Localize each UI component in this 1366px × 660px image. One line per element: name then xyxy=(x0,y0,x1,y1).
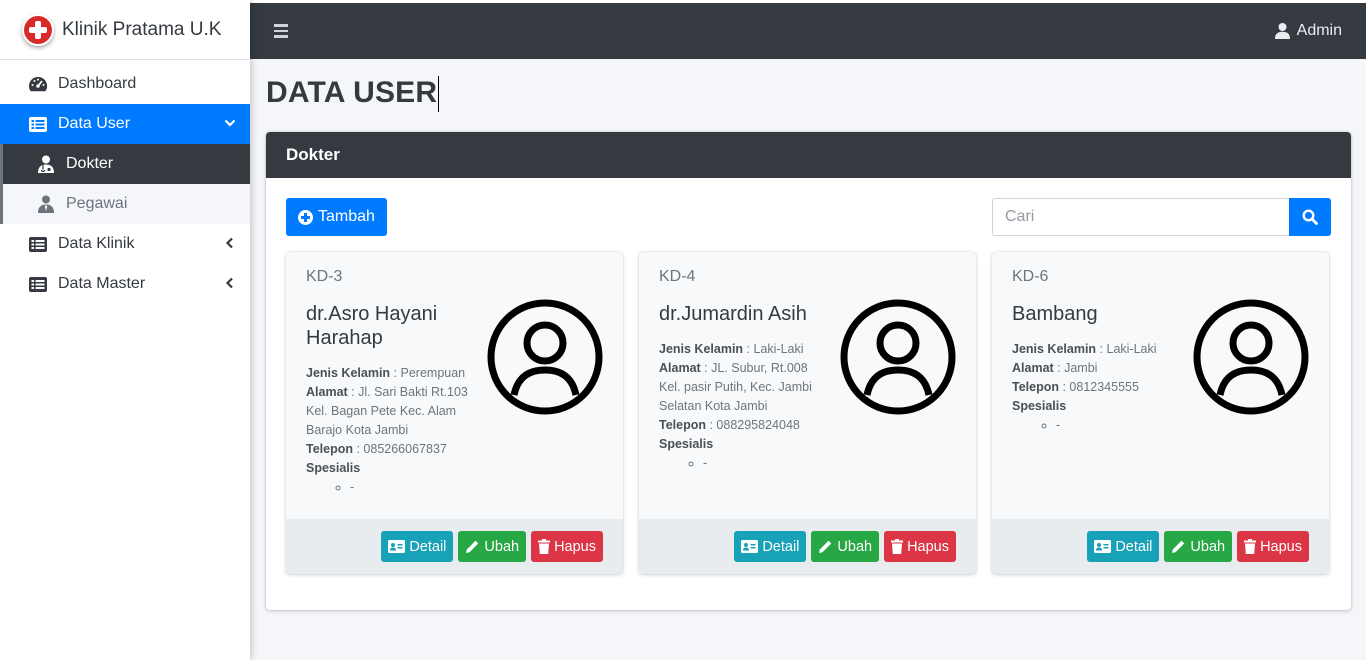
id-card-icon xyxy=(388,540,406,553)
search-group xyxy=(992,198,1331,236)
trash-icon xyxy=(891,539,904,554)
panel-title: Dokter xyxy=(266,132,1351,178)
sidebar-item-dashboard[interactable]: Dashboard xyxy=(0,64,250,104)
doctor-phone: 085266067837 xyxy=(363,442,447,456)
delete-button[interactable]: Hapus xyxy=(884,531,956,562)
id-card-icon xyxy=(741,540,759,553)
doctor-code: KD-6 xyxy=(1012,268,1049,285)
hamburger-menu-icon[interactable] xyxy=(274,24,288,38)
sidebar-item-dokter[interactable]: Dokter xyxy=(0,144,250,184)
trash-icon xyxy=(1244,539,1257,554)
user-tie-icon xyxy=(36,195,56,213)
doctor-panel: Dokter Tambah KD-3 dr.Asro Hayani Haraha… xyxy=(266,132,1351,610)
card-actions: Detail Ubah Hapus xyxy=(639,519,976,574)
pencil-icon xyxy=(818,539,833,554)
id-card-icon xyxy=(1094,540,1112,553)
doctor-card-list: KD-3 dr.Asro Hayani Harahap Jenis Kelami… xyxy=(286,252,1329,574)
edit-button[interactable]: Ubah xyxy=(458,531,527,562)
list-icon xyxy=(28,276,48,292)
sidebar-nav: Dashboard Data User Dokter Pegawai Data … xyxy=(0,60,250,304)
doctor-card: KD-6 Bambang Jenis Kelamin : Laki-Laki A… xyxy=(992,252,1329,574)
sidebar-item-label: Data User xyxy=(58,115,131,132)
doctor-gender: Laki-Laki xyxy=(1106,342,1157,356)
page-title: DATA USER xyxy=(266,76,440,113)
sidebar-item-data-user[interactable]: Data User xyxy=(0,104,250,144)
edit-button[interactable]: Ubah xyxy=(811,531,880,562)
doctor-code: KD-4 xyxy=(659,268,696,285)
text-caret xyxy=(438,76,440,113)
detail-button[interactable]: Detail xyxy=(734,531,807,562)
sidebar-item-label: Pegawai xyxy=(66,195,128,212)
sidebar-item-label: Data Klinik xyxy=(58,235,135,252)
search-icon xyxy=(1302,209,1318,225)
doctor-name: Bambang xyxy=(1012,303,1098,325)
doctor-specialist: - xyxy=(1056,416,1182,435)
detail-button[interactable]: Detail xyxy=(381,531,454,562)
card-actions: Detail Ubah Hapus xyxy=(992,519,1329,574)
search-input[interactable] xyxy=(992,198,1289,236)
doctor-specialist: - xyxy=(350,478,476,497)
user-avatar-icon xyxy=(1193,299,1309,415)
sidebar-item-label: Data Master xyxy=(58,275,146,292)
chevron-down-icon xyxy=(224,116,236,134)
pencil-icon xyxy=(1171,539,1186,554)
doctor-info: Jenis Kelamin : Laki-Laki Alamat : Jambi… xyxy=(1012,340,1182,435)
sidebar-item-label: Dokter xyxy=(66,155,114,172)
doctor-card: KD-3 dr.Asro Hayani Harahap Jenis Kelami… xyxy=(286,252,623,574)
list-icon xyxy=(28,236,48,252)
user-doctor-icon xyxy=(36,155,56,173)
trash-icon xyxy=(538,539,551,554)
doctor-phone: 0812345555 xyxy=(1069,380,1139,394)
chevron-left-icon xyxy=(224,236,236,254)
doctor-address: Jambi xyxy=(1064,361,1098,375)
edit-button[interactable]: Ubah xyxy=(1164,531,1233,562)
username: Admin xyxy=(1296,22,1342,39)
doctor-specialist: - xyxy=(703,454,829,473)
clinic-logo-icon xyxy=(22,13,54,46)
sidebar-item-label: Dashboard xyxy=(58,75,137,92)
sidebar-item-pegawai[interactable]: Pegawai xyxy=(0,184,250,224)
doctor-card: KD-4 dr.Jumardin Asih Jenis Kelamin : La… xyxy=(639,252,976,574)
delete-button[interactable]: Hapus xyxy=(531,531,603,562)
card-actions: Detail Ubah Hapus xyxy=(286,519,623,574)
detail-button[interactable]: Detail xyxy=(1087,531,1160,562)
user-avatar-icon xyxy=(840,299,956,415)
search-button[interactable] xyxy=(1289,198,1331,236)
brand-name: Klinik Pratama U.K xyxy=(62,18,222,40)
user-menu[interactable]: Admin xyxy=(1274,22,1342,40)
add-button[interactable]: Tambah xyxy=(286,198,387,236)
doctor-gender: Laki-Laki xyxy=(753,342,804,356)
doctor-name: dr.Jumardin Asih xyxy=(659,303,807,325)
user-icon xyxy=(1274,23,1290,39)
plus-circle-icon xyxy=(298,209,314,225)
chevron-left-icon xyxy=(224,276,236,294)
doctor-info: Jenis Kelamin : Laki-Laki Alamat : JL. S… xyxy=(659,340,829,473)
user-avatar-icon xyxy=(487,299,603,415)
doctor-code: KD-3 xyxy=(306,268,343,285)
doctor-gender: Perempuan xyxy=(400,366,466,380)
pencil-icon xyxy=(465,539,480,554)
brand[interactable]: Klinik Pratama U.K xyxy=(0,0,250,60)
add-button-label: Tambah xyxy=(318,208,375,225)
doctor-name: dr.Asro Hayani Harahap xyxy=(306,303,438,349)
doctor-info: Jenis Kelamin : Perempuan Alamat : Jl. S… xyxy=(306,364,476,497)
topbar: Admin xyxy=(250,3,1366,59)
list-icon xyxy=(28,116,48,132)
doctor-phone: 088295824048 xyxy=(716,418,800,432)
delete-button[interactable]: Hapus xyxy=(1237,531,1309,562)
sidebar-item-data-master[interactable]: Data Master xyxy=(0,264,250,304)
tachometer-icon xyxy=(28,76,48,92)
sidebar-item-data-klinik[interactable]: Data Klinik xyxy=(0,224,250,264)
sidebar: Klinik Pratama U.K Dashboard Data User D… xyxy=(0,0,250,660)
